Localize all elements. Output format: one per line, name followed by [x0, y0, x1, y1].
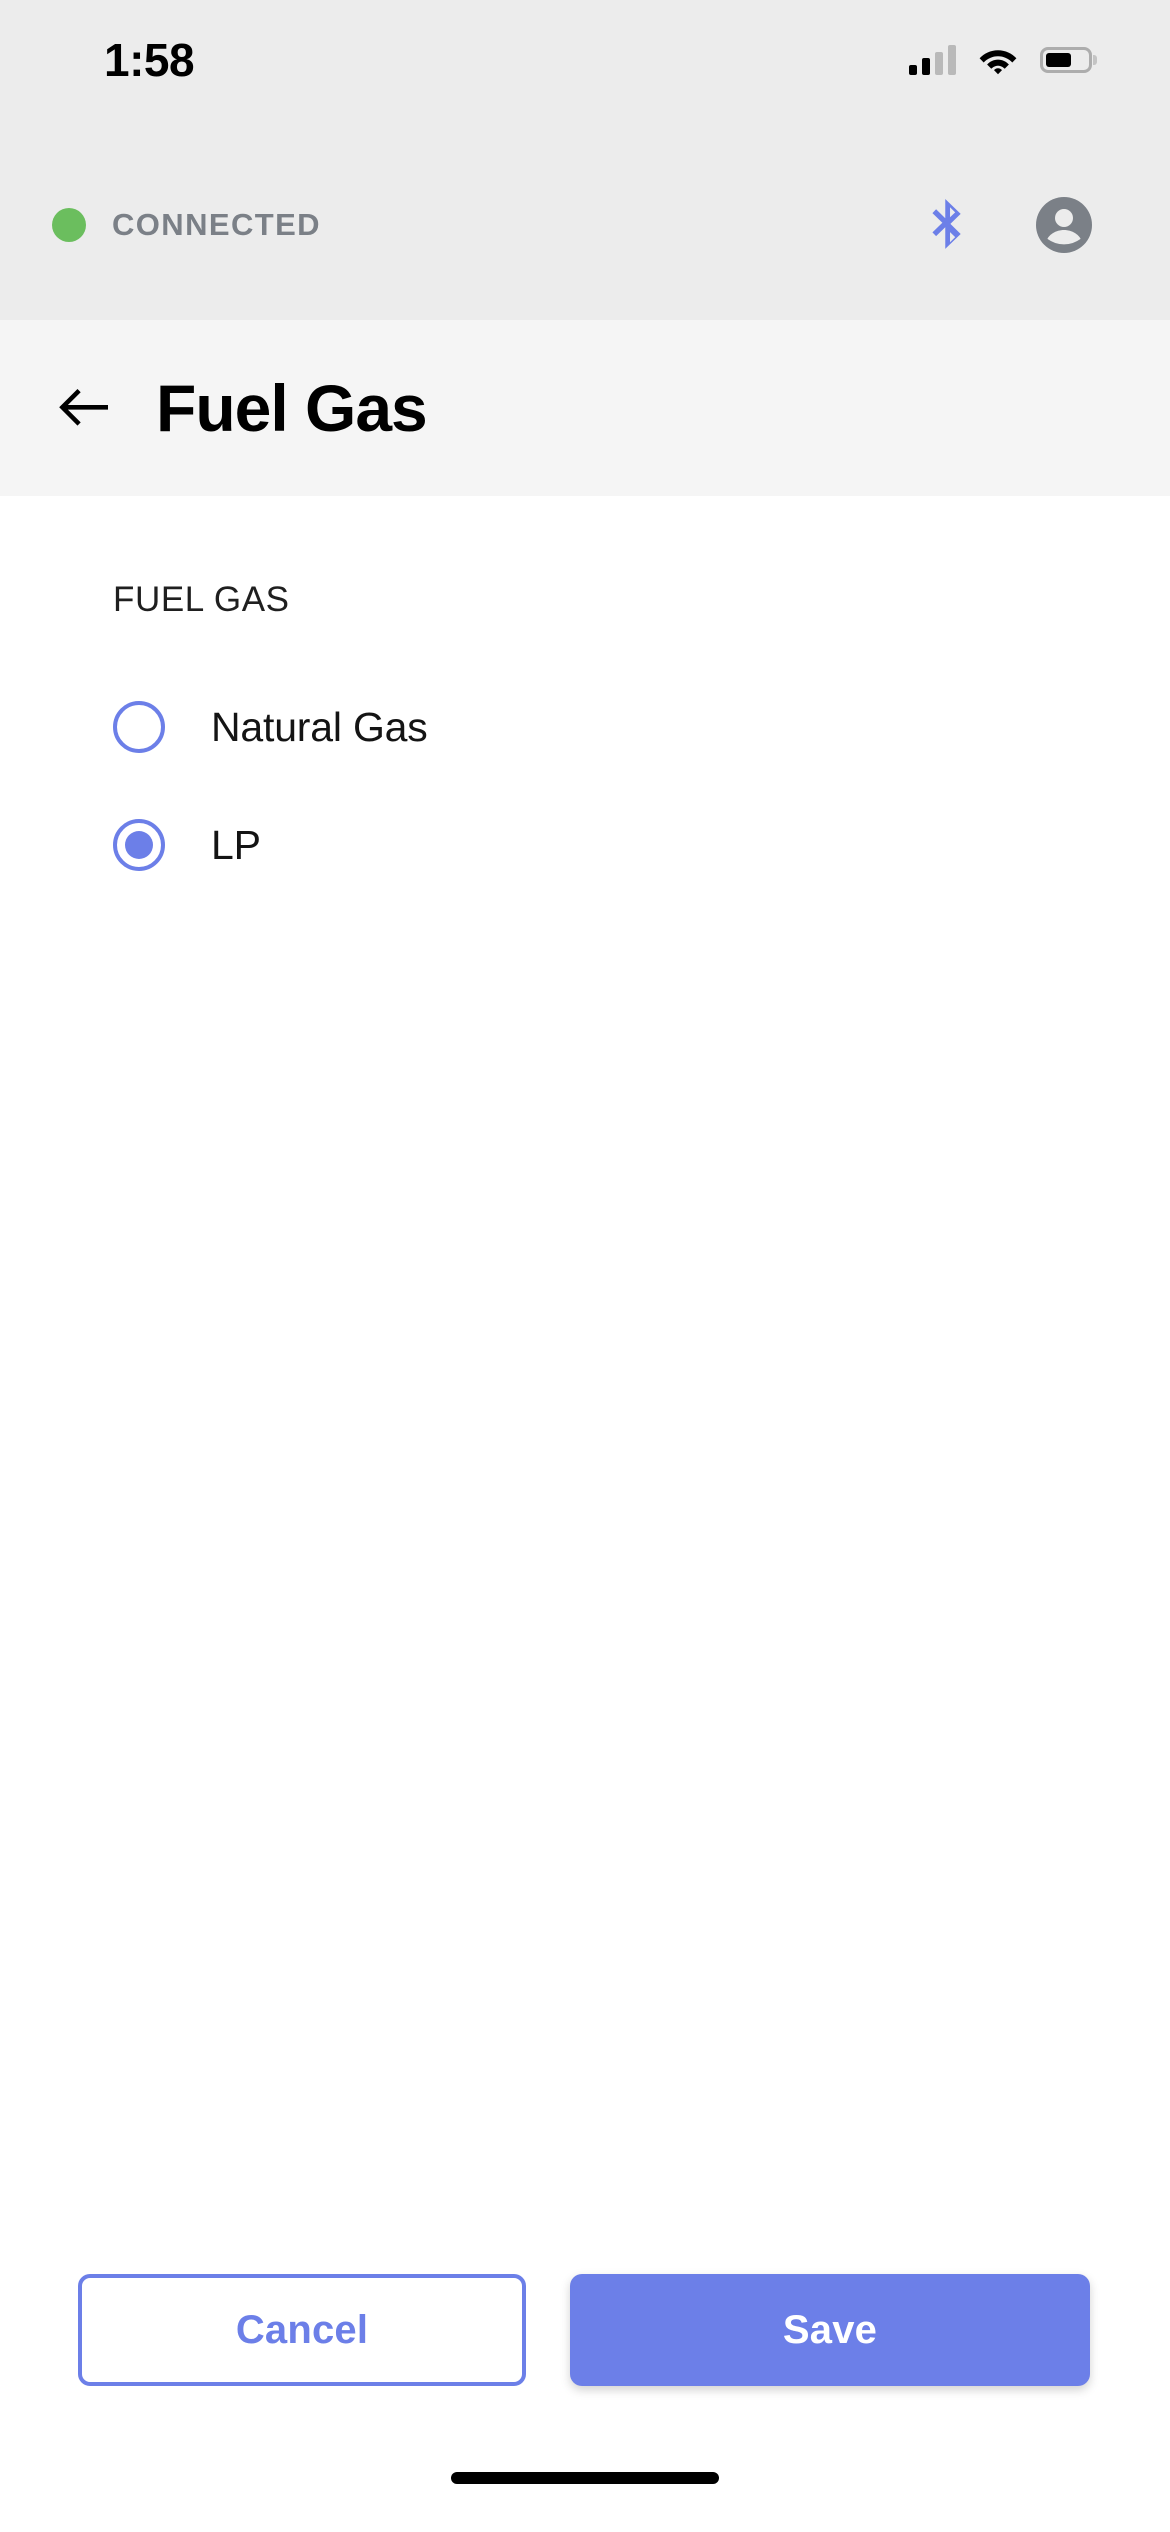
page-header: Fuel Gas [0, 320, 1170, 496]
radio-button-lp[interactable] [113, 819, 165, 871]
connection-status-dot [52, 208, 86, 242]
back-button[interactable] [56, 385, 110, 431]
connection-status-bar: CONNECTED [0, 175, 1170, 275]
wifi-icon [978, 45, 1018, 75]
bluetooth-icon[interactable] [924, 197, 968, 253]
connection-status-label: CONNECTED [112, 207, 321, 242]
fuel-gas-radio-group: Natural Gas LP [0, 682, 1170, 890]
radio-option-natural-gas[interactable]: Natural Gas [0, 682, 1170, 772]
connection-status-group: CONNECTED [52, 207, 924, 243]
page-title: Fuel Gas [156, 371, 428, 445]
ios-status-bar: 1:58 [0, 0, 1170, 120]
home-indicator[interactable] [451, 2472, 719, 2484]
section-label-fuel-gas: FUEL GAS [113, 580, 290, 619]
radio-label-lp: LP [211, 821, 261, 868]
battery-icon [1040, 47, 1092, 73]
top-status-band: 1:58 CONNECTED [0, 0, 1170, 320]
radio-option-lp[interactable]: LP [0, 800, 1170, 890]
radio-button-natural-gas[interactable] [113, 701, 165, 753]
action-bar: Cancel Save [0, 2274, 1170, 2386]
app-screen: 1:58 CONNECTED Fuel Gas FUEL GAS Natural… [0, 0, 1170, 2532]
save-button[interactable]: Save [570, 2274, 1090, 2386]
account-circle-icon[interactable] [1036, 197, 1092, 253]
status-bar-icons [909, 45, 1092, 75]
status-bar-time: 1:58 [104, 34, 195, 86]
home-indicator-area [0, 2446, 1170, 2532]
settings-content: FUEL GAS Natural Gas LP Cancel Save [0, 496, 1170, 2532]
cancel-button[interactable]: Cancel [78, 2274, 526, 2386]
radio-label-natural-gas: Natural Gas [211, 703, 428, 750]
cellular-signal-icon [909, 45, 956, 75]
connection-actions [924, 197, 1092, 253]
